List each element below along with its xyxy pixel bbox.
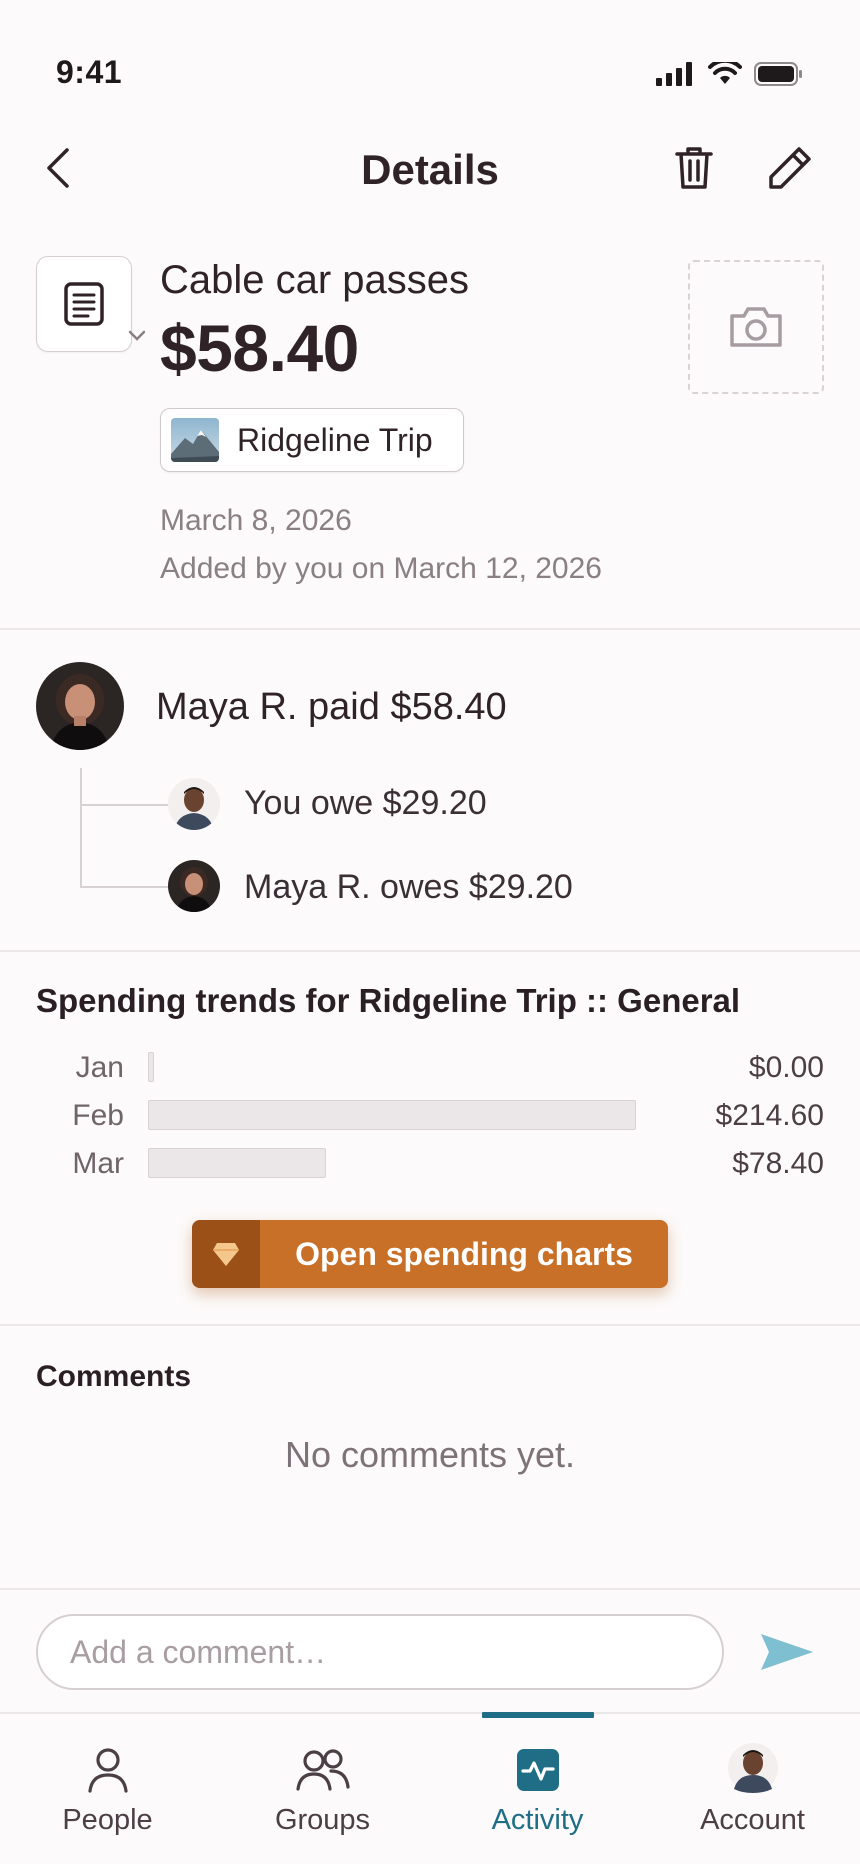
person-icon — [86, 1744, 130, 1796]
trends-title: Spending trends for Ridgeline Trip :: Ge… — [36, 982, 741, 1019]
trend-bar — [148, 1148, 327, 1178]
trash-icon — [675, 147, 713, 189]
chevron-down-icon[interactable] — [128, 330, 146, 342]
trend-bar — [148, 1052, 154, 1082]
divider — [0, 950, 860, 952]
tab-people[interactable]: People — [0, 1714, 215, 1864]
status-time: 9:41 — [56, 54, 123, 90]
divider — [0, 1324, 860, 1326]
trend-bar-track — [148, 1100, 644, 1132]
trend-row: Jan $0.00 — [36, 1048, 824, 1088]
tab-people-label: People — [62, 1804, 153, 1836]
trend-month: Feb — [72, 1099, 124, 1132]
added-by-text: Added by you on March 12, 2026 — [160, 552, 602, 585]
receipt-icon — [64, 282, 104, 326]
camera-icon — [730, 307, 782, 347]
delete-button[interactable] — [662, 136, 726, 200]
category-button[interactable] — [36, 256, 132, 352]
send-icon — [761, 1634, 813, 1670]
trend-row: Mar $78.40 — [36, 1144, 824, 1184]
trend-value: $78.40 — [732, 1147, 824, 1180]
mountain-image — [171, 418, 219, 462]
trend-value: $0.00 — [748, 1051, 824, 1084]
edit-button[interactable] — [758, 136, 822, 200]
send-button[interactable] — [752, 1620, 822, 1684]
divider — [0, 628, 860, 630]
status-icons — [656, 62, 804, 86]
split-tree-branch — [80, 804, 170, 806]
tab-account[interactable]: Account — [645, 1714, 860, 1864]
activity-icon — [516, 1744, 559, 1796]
wifi-icon — [708, 62, 742, 84]
pencil-icon — [769, 147, 811, 189]
open-spending-charts-button[interactable]: Open spending charts — [192, 1220, 668, 1288]
tab-activity-label: Activity — [491, 1804, 584, 1836]
trend-bar — [148, 1100, 636, 1130]
share-maya: Maya R. owes $29.20 — [244, 868, 573, 906]
trend-bar-track — [148, 1052, 644, 1084]
trend-row: Feb $214.60 — [36, 1096, 824, 1136]
empty-comments-text: No comments yet. — [284, 1434, 576, 1475]
account-avatar — [727, 1740, 778, 1796]
tab-groups[interactable]: Groups — [215, 1714, 430, 1864]
tab-activity[interactable]: Activity — [430, 1714, 645, 1864]
tab-bar: People Groups Activity Account — [0, 1712, 860, 1864]
divider — [0, 1588, 860, 1590]
page-title: Details — [361, 146, 499, 193]
tab-account-label: Account — [700, 1804, 805, 1836]
trend-month: Mar — [72, 1147, 124, 1180]
split-tree-branch — [80, 886, 170, 888]
avatar-maya — [36, 662, 124, 750]
avatar-maya — [168, 860, 220, 912]
expense-title: Cable car passes — [160, 258, 470, 302]
comments-title: Comments — [36, 1360, 192, 1393]
expense-date: March 8, 2026 — [160, 504, 352, 537]
expense-amount: $58.40 — [160, 311, 359, 385]
group-name: Ridgeline Trip — [237, 421, 433, 458]
gem-icon — [192, 1220, 260, 1288]
payer-summary: Maya R. paid $58.40 — [156, 686, 507, 728]
trend-value: $214.60 — [715, 1099, 824, 1132]
trend-bar-track — [148, 1148, 644, 1180]
tab-groups-label: Groups — [274, 1804, 371, 1836]
split-tree-line — [80, 768, 82, 888]
add-photo-button[interactable] — [688, 260, 824, 394]
open-spending-charts-label: Open spending charts — [295, 1235, 633, 1272]
avatar-you — [168, 778, 220, 830]
group-chip[interactable]: Ridgeline Trip — [160, 408, 464, 472]
trend-month: Jan — [75, 1051, 124, 1084]
comment-input[interactable] — [36, 1614, 724, 1690]
signal-icon — [656, 62, 692, 86]
active-tab-indicator — [482, 1712, 594, 1718]
share-you: You owe $29.20 — [244, 784, 487, 822]
battery-icon — [754, 62, 802, 86]
group-thumbnail — [171, 418, 219, 462]
group-icon — [295, 1744, 351, 1796]
